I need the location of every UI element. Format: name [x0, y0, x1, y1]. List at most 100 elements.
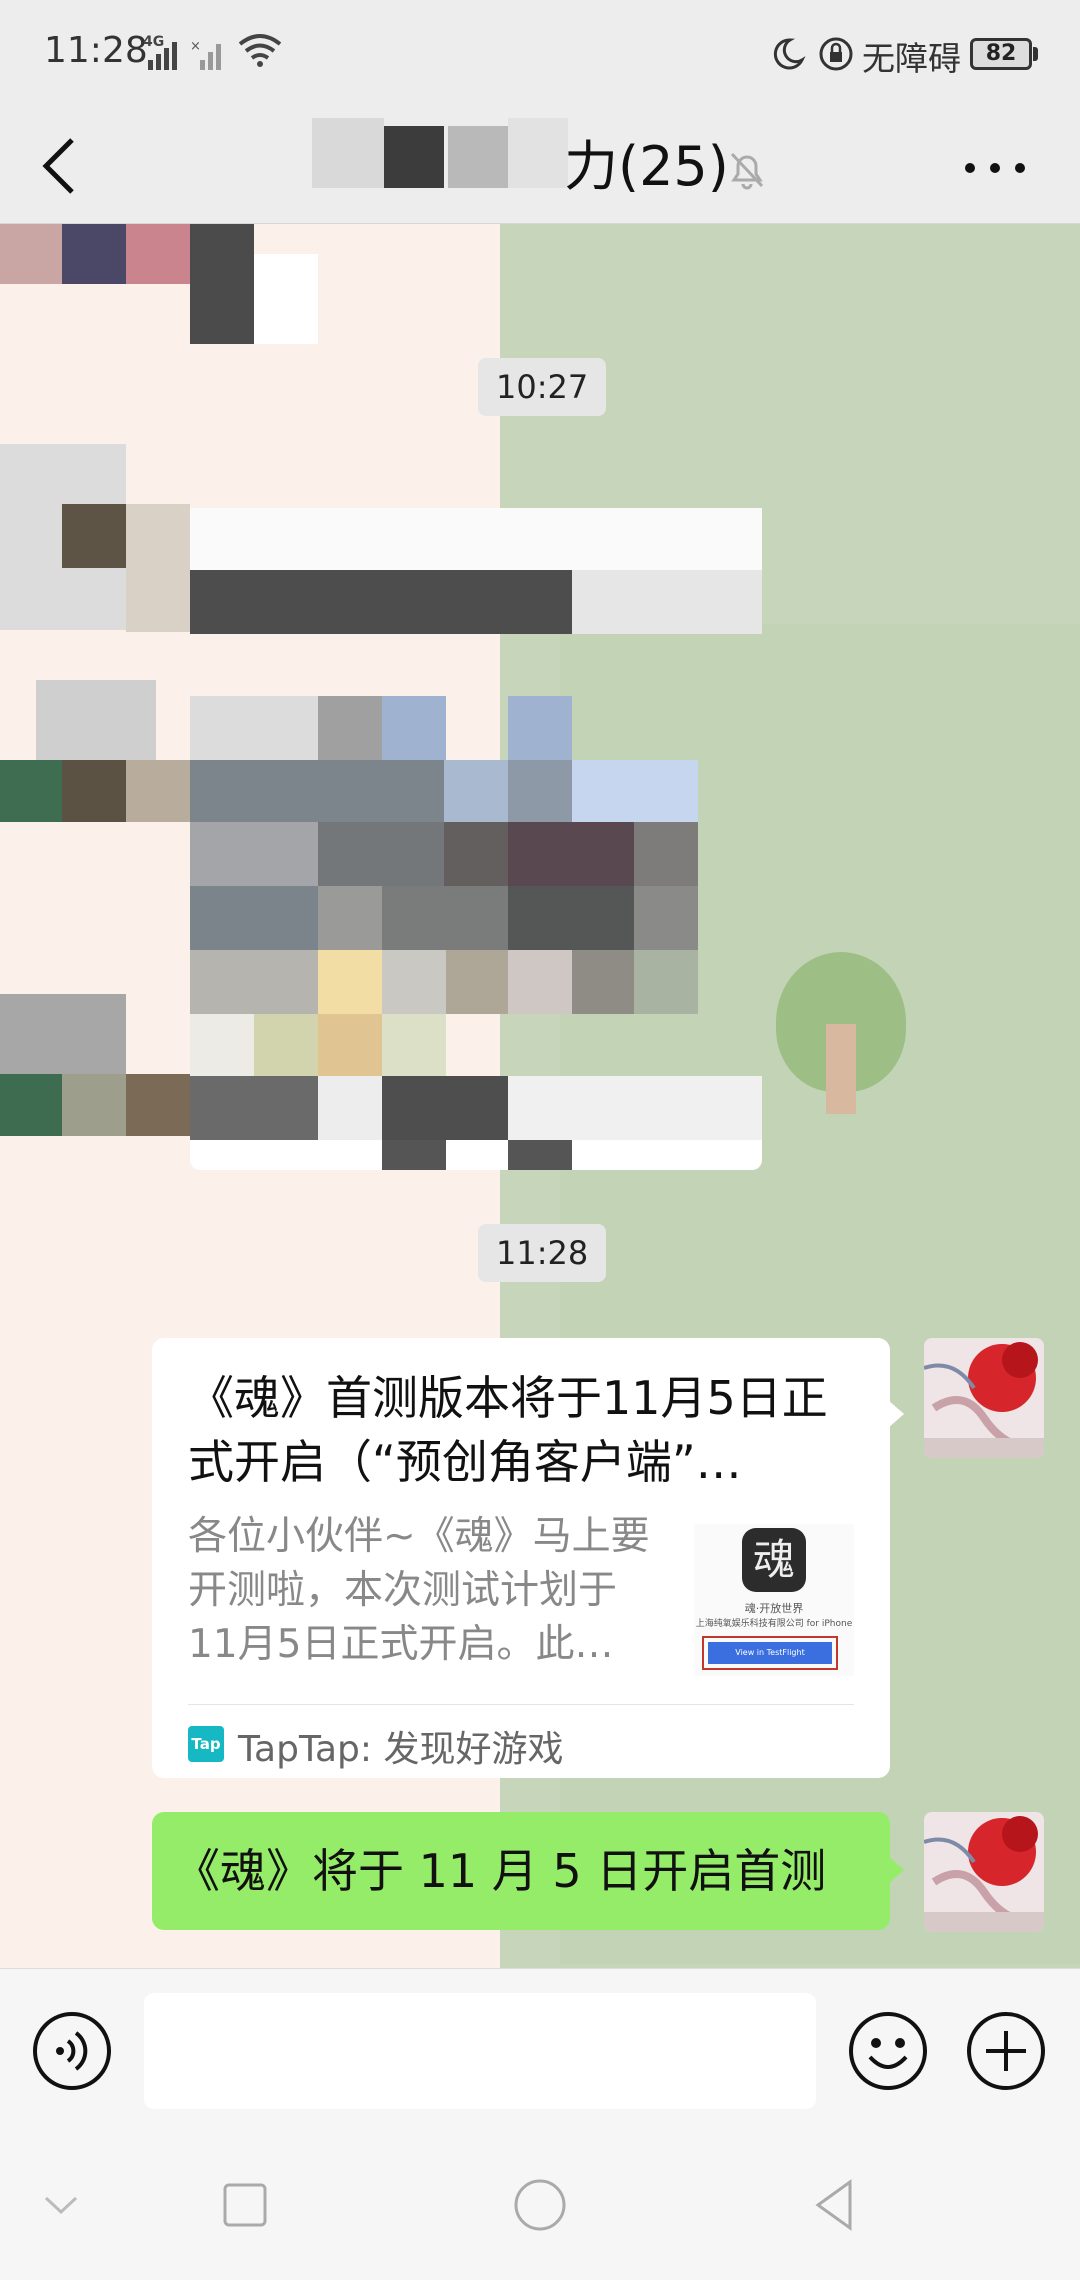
avatar[interactable]: [924, 1812, 1044, 1932]
redacted-image: [634, 822, 698, 886]
redacted-image: [190, 1014, 254, 1076]
link-card[interactable]: 《魂》首测版本将于11月5日正式开启（“预创角客户端”… 各位小伙伴~《魂》马上…: [152, 1338, 890, 1778]
title-bar: 力(25): [0, 108, 1080, 224]
home-icon[interactable]: [505, 2170, 575, 2240]
redacted-avatar: [62, 1074, 126, 1136]
hide-keyboard-icon[interactable]: [26, 2170, 96, 2240]
back-nav-icon[interactable]: [800, 2170, 870, 2240]
chat-title: 力(25): [564, 135, 729, 198]
game-logo: 魂: [742, 1528, 806, 1592]
redacted-message: [382, 1140, 446, 1170]
redacted-message: [508, 1140, 572, 1170]
accessibility-label: 无障碍: [862, 39, 961, 78]
system-nav-bar: [0, 2130, 1080, 2280]
redacted-image: [190, 696, 318, 760]
bell-muted-icon: [730, 152, 764, 190]
redacted-avatar: [62, 504, 126, 568]
redacted-image: [382, 696, 446, 760]
redacted-message: [190, 508, 762, 570]
redacted-avatar: [254, 254, 318, 344]
svg-text:×: ×: [190, 39, 201, 54]
card-divider: [188, 1704, 854, 1705]
more-dots-icon[interactable]: [960, 146, 1030, 190]
chat-area[interactable]: 10:27 11:28 《魂》首测版本将于11月5日正式开启（“预创角客户端”……: [0, 224, 1080, 1968]
redacted-image: [318, 886, 382, 950]
redacted-image: [382, 886, 508, 950]
redacted-image: [508, 760, 572, 822]
redacted-message: [190, 1076, 318, 1140]
back-arrow-icon[interactable]: [36, 126, 92, 206]
signal-icon: [148, 42, 177, 70]
emoji-icon[interactable]: [848, 2011, 928, 2091]
input-bar: [0, 1968, 1080, 2130]
timestamp: 10:27: [478, 358, 607, 416]
rotation-lock-icon: [819, 37, 853, 71]
thumbnail-button-label: View in TestFlight: [708, 1642, 832, 1664]
redacted-image: [444, 760, 508, 822]
link-card-source: TapTap: 发现好游戏: [238, 1729, 564, 1770]
redacted-image: [382, 1014, 446, 1076]
redacted-image: [444, 822, 508, 886]
link-card-thumbnail: 魂 魂·开放世界 上海纯氧娱乐科技有限公司 for iPhone View in…: [694, 1524, 854, 1676]
redacted-image: [634, 886, 698, 950]
redacted-avatar: [0, 760, 62, 822]
signal-no-service-icon: ×: [190, 39, 221, 70]
redacted-message: [572, 570, 762, 634]
redacted-avatar: [126, 224, 190, 284]
bubble-tail: [888, 1400, 904, 1428]
redacted-avatar: [190, 224, 254, 344]
redacted-image: [318, 950, 382, 1014]
avatar[interactable]: [924, 1338, 1044, 1458]
redacted-message: [190, 570, 572, 634]
recents-icon[interactable]: [210, 2170, 280, 2240]
redacted-image: [190, 886, 318, 950]
link-card-title: 《魂》首测版本将于11月5日正式开启（“预创角客户端”…: [188, 1371, 828, 1489]
redacted-image: [508, 886, 634, 950]
redacted-message: [190, 1140, 762, 1170]
redacted-avatar: [0, 224, 62, 284]
blurred-title-block: [448, 126, 508, 188]
redacted-image: [508, 950, 572, 1014]
redacted-avatar: [126, 504, 190, 632]
redacted-image: [634, 950, 698, 1014]
redacted-avatar: [62, 224, 126, 284]
battery-icon: 82: [970, 38, 1032, 70]
bubble-tail: [888, 1856, 904, 1884]
timestamp: 11:28: [478, 1224, 607, 1282]
redacted-image: [318, 696, 382, 760]
redacted-avatar: [62, 760, 126, 822]
redacted-image: [318, 822, 444, 886]
status-time: 11:28: [44, 30, 148, 71]
redacted-image: [190, 822, 318, 886]
wifi-icon: [238, 34, 282, 67]
message-input[interactable]: [144, 1993, 816, 2109]
thumbnail-button: View in TestFlight: [702, 1636, 838, 1670]
redacted-image: [446, 950, 508, 1014]
redacted-image: [382, 950, 446, 1014]
voice-icon[interactable]: [32, 2011, 112, 2091]
redacted-image: [572, 950, 634, 1014]
redacted-image: [190, 760, 444, 822]
chat-background-tree: [826, 1024, 856, 1114]
blurred-title-block: [312, 118, 384, 188]
redacted-message: [318, 1076, 382, 1140]
redacted-image: [254, 1014, 318, 1076]
redacted-image: [508, 696, 572, 760]
redacted-image: [572, 760, 698, 822]
battery-tip: [1033, 47, 1038, 61]
thumbnail-app-name: 魂·开放世界: [744, 1602, 804, 1615]
redacted-message: [508, 1076, 762, 1140]
redacted-image: [508, 822, 634, 886]
redacted-avatar: [126, 1074, 190, 1136]
do-not-disturb-icon: [773, 38, 806, 70]
redacted-message: [382, 1076, 508, 1140]
redacted-avatar: [0, 1074, 62, 1136]
text-message-bubble[interactable]: 《魂》将于 11 月 5 日开启首测: [152, 1812, 890, 1930]
plus-icon[interactable]: [966, 2011, 1046, 2091]
avatar-image-icon: [924, 1338, 1044, 1458]
thumbnail-publisher: 上海纯氧娱乐科技有限公司 for iPhone: [695, 1619, 853, 1629]
redacted-image: [190, 950, 318, 1014]
redacted-avatar: [0, 994, 126, 1074]
taptap-icon: Tap: [188, 1726, 224, 1762]
redacted-image: [318, 1014, 382, 1076]
